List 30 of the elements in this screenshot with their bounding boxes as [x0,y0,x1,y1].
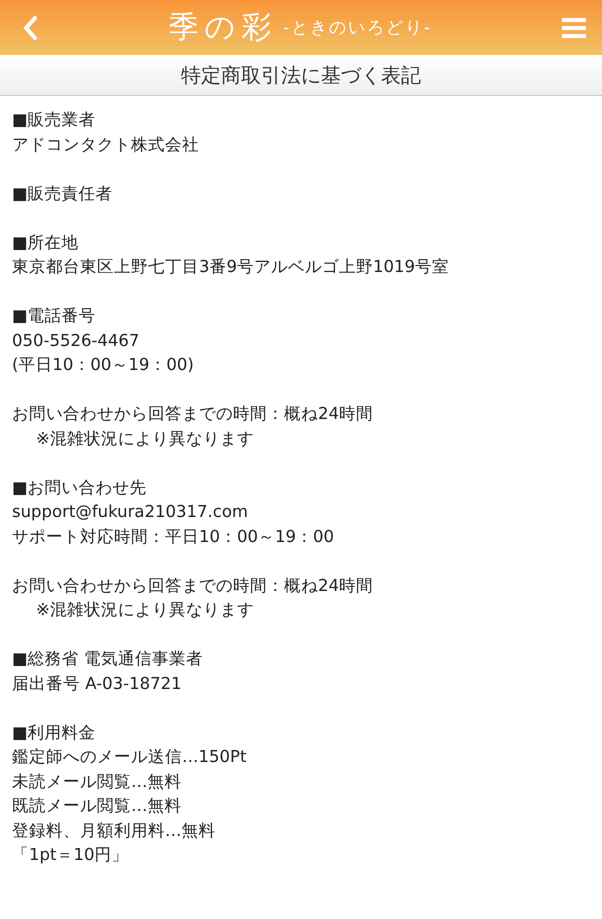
info-text: 東京都台東区上野七丁目3番9号アルベルゴ上野1019号室 [12,256,450,278]
info-text: サポート対応時間：平日10：00～19：00 [12,526,335,548]
info-text: 「1pt＝10円」 [12,844,130,866]
info-text: 鑑定師へのメール送信…150Pt [12,746,248,768]
menu-button[interactable] [562,16,586,38]
logo-subtitle: -ときのいろどり- [283,17,432,39]
info-text: ■電話番号 [12,305,97,327]
info-text: 届出番号 A-03-18721 [12,672,183,694]
info-text: アドコンタクト株式会社 [12,134,200,156]
note-text: ※混雑状況により異なります [35,599,255,621]
logo: 季の彩 [168,9,278,47]
info-text: ■お問い合わせ先 [12,476,148,498]
back-button[interactable] [22,14,38,40]
page-title: 特定商取引法に基づく表記 [181,62,421,88]
info-text: 登録料、月額利用料…無料 [12,820,216,842]
info-text: ■所在地 [12,232,80,254]
info-text: 未読メール閲覧…無料 [12,770,182,792]
info-text: 050-5526-4467 [12,330,140,352]
back-icon [22,14,38,40]
info-text: ■販売責任者 [12,182,114,204]
menu-icon [562,16,586,38]
info-text: お問い合わせから回答までの時間：概ね24時間 [12,403,374,425]
info-text: support@fukura210317.com [12,501,249,523]
info-text: ■販売業者 [12,109,97,131]
info-text: 既読メール閲覧…無料 [12,795,182,817]
info-text: (平日10：00～19：00) [12,354,195,376]
note-text: ※混雑状況により異なります [35,428,255,450]
info-text: ■総務省 電気通信事業者 [12,648,204,670]
info-text: お問い合わせから回答までの時間：概ね24時間 [12,574,374,596]
info-text: ■利用料金 [12,722,97,744]
